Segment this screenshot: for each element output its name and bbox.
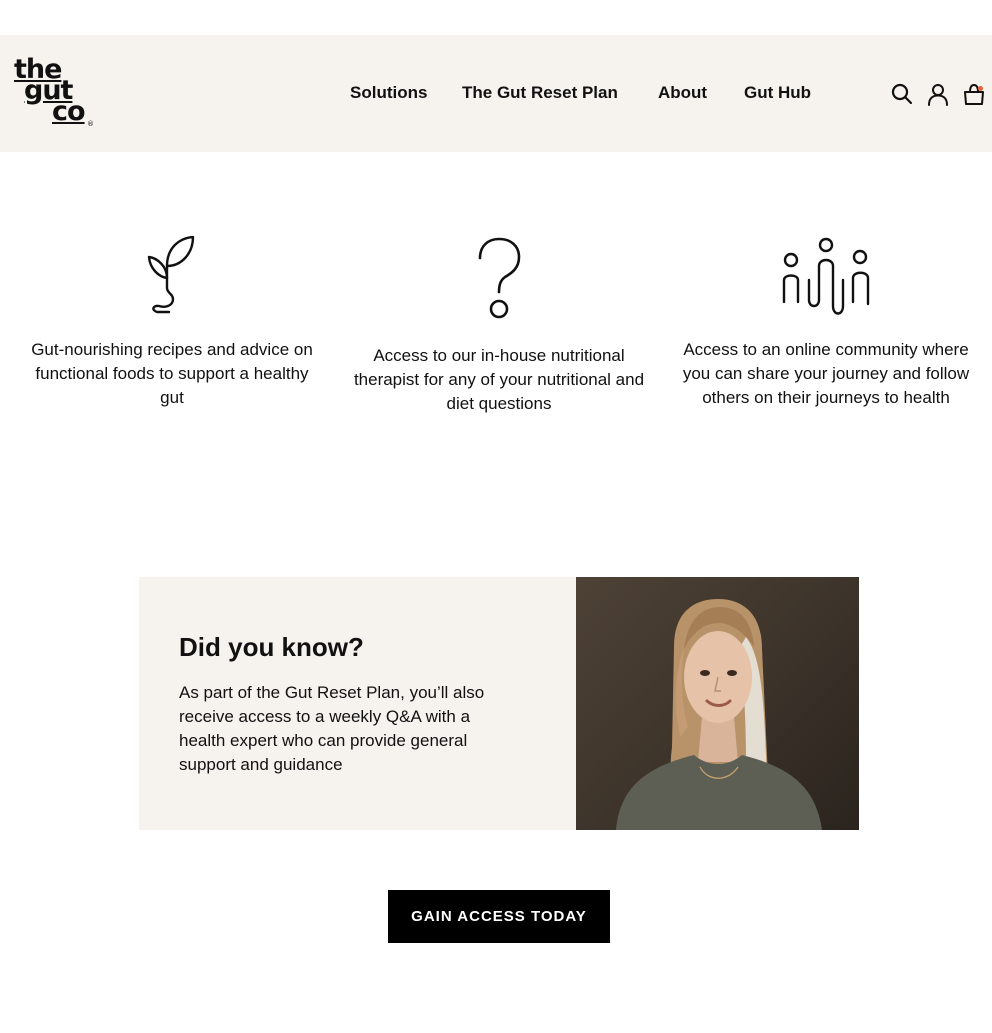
cart-icon[interactable] xyxy=(962,82,986,106)
question-mark-icon xyxy=(349,236,649,322)
sprout-icon xyxy=(22,236,322,318)
gain-access-button[interactable]: GAIN ACCESS TODAY xyxy=(388,890,610,943)
feature-community: Access to an online community where you … xyxy=(676,236,976,410)
feature-recipes-text: Gut-nourishing recipes and advice on fun… xyxy=(31,340,313,407)
nav-item-gut-hub[interactable]: Gut Hub xyxy=(744,83,811,103)
feature-nutritionist-text: Access to our in-house nutritional thera… xyxy=(353,346,645,413)
expert-photo xyxy=(576,577,859,830)
account-icon[interactable] xyxy=(926,82,950,106)
cart-badge xyxy=(978,86,983,91)
community-icon xyxy=(676,236,976,316)
did-you-know-body: As part of the Gut Reset Plan, you’ll al… xyxy=(179,683,485,774)
nav-item-about[interactable]: About xyxy=(658,83,707,103)
brand-logo[interactable]: the gut co ® xyxy=(14,56,94,129)
feature-recipes: Gut-nourishing recipes and advice on fun… xyxy=(22,236,322,410)
did-you-know-title: Did you know? xyxy=(179,632,364,662)
feature-nutritionist: Access to our in-house nutritional thera… xyxy=(349,236,649,416)
logo-text-co: co ® xyxy=(14,98,94,128)
logo-registered-mark: ® xyxy=(87,120,94,128)
nav-item-gut-reset-plan[interactable]: The Gut Reset Plan xyxy=(462,83,618,103)
nav-item-solutions[interactable]: Solutions xyxy=(350,83,427,103)
logo-text-co-inner: co xyxy=(52,96,86,127)
search-icon[interactable] xyxy=(890,82,914,106)
did-you-know-panel: Did you know? As part of the Gut Reset P… xyxy=(139,577,859,830)
site-header: the gut co ® Solutions The Gut Reset Plan… xyxy=(0,35,992,152)
feature-community-text: Access to an online community where you … xyxy=(682,340,970,407)
